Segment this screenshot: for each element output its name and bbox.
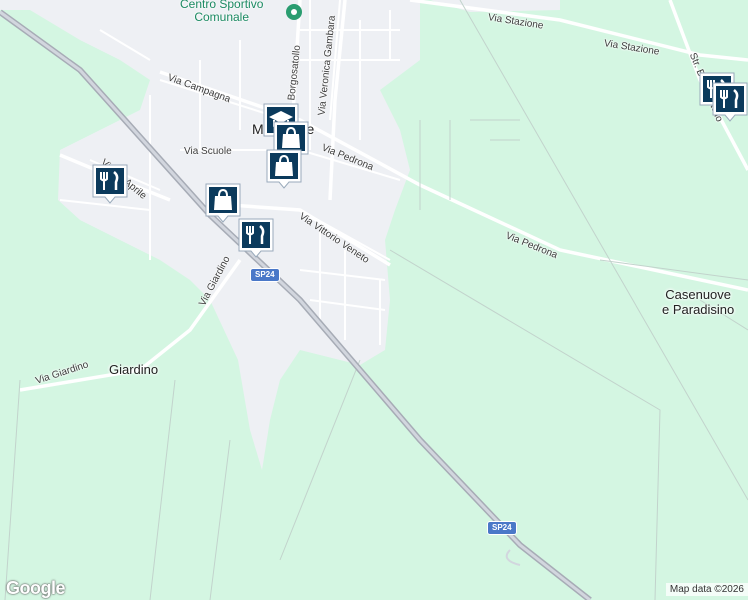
street-label: Via Scuole — [184, 146, 232, 157]
poi-label-sports-center[interactable]: Centro Sportivo Comunale — [180, 0, 263, 24]
shopping-bag-icon — [266, 149, 302, 189]
poi-label-line: Comunale — [194, 10, 250, 24]
urban-area — [0, 0, 420, 470]
restaurant-marker[interactable] — [238, 218, 274, 258]
place-label-casenuove: Casenuove e Paradisino — [662, 287, 734, 317]
map-canvas[interactable]: Via Stazione Via Stazione Via Campagna V… — [0, 0, 748, 600]
road-shield-sp24: SP24 — [250, 268, 280, 282]
restaurant-marker[interactable] — [92, 164, 128, 204]
fork-knife-icon — [92, 164, 128, 204]
shop-marker[interactable] — [205, 183, 241, 223]
fork-knife-icon — [712, 82, 748, 122]
place-label-giardino: Giardino — [109, 362, 159, 377]
restaurant-marker[interactable] — [712, 82, 748, 122]
shop-marker[interactable] — [266, 149, 302, 189]
map-attribution[interactable]: Map data ©2026 — [665, 583, 748, 596]
fork-knife-icon — [238, 218, 274, 258]
road-shield-sp24: SP24 — [487, 521, 517, 535]
place-label-line: e Paradisino — [662, 302, 735, 317]
place-label-line: Casenuove — [665, 287, 732, 302]
map-base-layer — [0, 0, 748, 600]
shopping-bag-icon — [205, 183, 241, 223]
google-logo[interactable]: Google — [6, 578, 66, 599]
